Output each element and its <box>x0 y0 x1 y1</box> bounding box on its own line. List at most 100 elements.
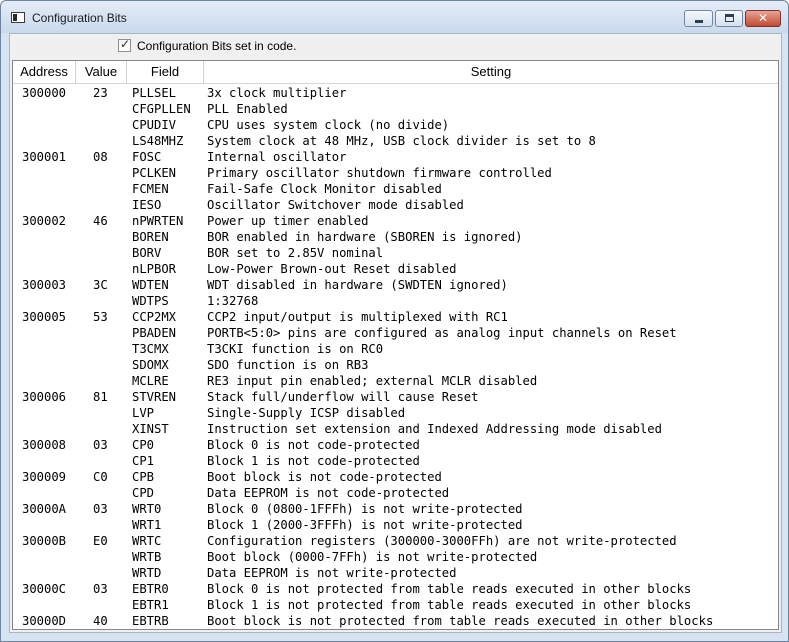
setting-cell: CPU uses system clock (no divide) <box>207 118 450 132</box>
field-cell: STVREN <box>132 390 177 404</box>
table-row[interactable]: T3CMX T3CKI function is on RC0 <box>13 341 778 357</box>
table-row[interactable]: LVP Single-Supply ICSP disabled <box>13 405 778 421</box>
close-button[interactable]: ✕ <box>745 10 781 27</box>
table-row[interactable]: CFGPLLEN PLL Enabled <box>13 101 778 117</box>
setting-cell: Block 0 is not code-protected <box>207 438 420 452</box>
address-cell: 300002 <box>22 214 67 228</box>
field-cell: BOREN <box>132 230 169 244</box>
minimize-button[interactable] <box>684 10 713 27</box>
setting-cell: Stack full/underflow will cause Reset <box>207 390 479 404</box>
table-row[interactable]: MCLRE RE3 input pin enabled; external MCL… <box>13 373 778 389</box>
field-cell: WDTEN <box>132 278 169 292</box>
column-header-field[interactable]: Field <box>127 61 204 83</box>
value-cell: 08 <box>93 150 108 164</box>
column-header-setting[interactable]: Setting <box>204 61 778 83</box>
window-title: Configuration Bits <box>32 11 127 25</box>
address-cell: 300001 <box>22 150 67 164</box>
setting-cell: Configuration registers (300000-3000FFh)… <box>207 534 677 548</box>
table-row[interactable]: 300001 08 FOSC Internal oscillator <box>13 149 778 165</box>
setting-cell: 3x clock multiplier <box>207 86 347 100</box>
field-cell: CCP2MX <box>132 310 177 324</box>
table-row[interactable]: WRTB Boot block (0000-7FFh) is not write-… <box>13 549 778 565</box>
table-row[interactable]: 300009 C0 CPB Boot block is not code-protec… <box>13 469 778 485</box>
column-header-value[interactable]: Value <box>76 61 127 83</box>
maximize-icon <box>725 14 734 22</box>
table-row[interactable]: 300003 3C WDTEN WDT disabled in hardware (S… <box>13 277 778 293</box>
address-cell: 300005 <box>22 310 67 324</box>
configuration-bits-window: Configuration Bits ✕ ✓ Configuration Bit… <box>0 0 789 642</box>
setting-cell: BOR enabled in hardware (SBOREN is ignor… <box>207 230 523 244</box>
checkbox-label[interactable]: Configuration Bits set in code. <box>137 39 296 53</box>
table-row[interactable]: FCMEN Fail-Safe Clock Monitor disabled <box>13 181 778 197</box>
table-row[interactable]: 300005 53 CCP2MX CCP2 input/output is multi… <box>13 309 778 325</box>
address-cell: 300006 <box>22 390 67 404</box>
title-bar[interactable]: Configuration Bits ✕ <box>1 1 788 33</box>
table-body: 300000 23 PLLSEL 3x clock multiplier CFGPLLE… <box>13 85 778 629</box>
table-row[interactable]: EBTR1 Block 1 is not protected from table… <box>13 597 778 613</box>
field-cell: MCLRE <box>132 374 169 388</box>
address-cell: 300003 <box>22 278 67 292</box>
field-cell: CPD <box>132 486 155 500</box>
field-cell: PCLKEN <box>132 166 177 180</box>
field-cell: EBTR0 <box>132 582 169 596</box>
table-row[interactable]: BOREN BOR enabled in hardware (SBOREN is … <box>13 229 778 245</box>
setting-cell: Fail-Safe Clock Monitor disabled <box>207 182 442 196</box>
value-cell: 53 <box>93 310 108 324</box>
value-cell: C0 <box>93 470 108 484</box>
field-cell: EBTRB <box>132 614 169 628</box>
table-row[interactable]: SDOMX SDO function is on RB3 <box>13 357 778 373</box>
setting-cell: Block 0 is not protected from table read… <box>207 582 692 596</box>
table-row[interactable]: 300006 81 STVREN Stack full/underflow will … <box>13 389 778 405</box>
address-cell: 30000C <box>22 582 67 596</box>
setting-cell: Boot block is not protected from table r… <box>207 614 714 628</box>
table-row[interactable]: IESO Oscillator Switchover mode disabled <box>13 197 778 213</box>
address-cell: 300009 <box>22 470 67 484</box>
value-cell: 03 <box>93 502 108 516</box>
table-row[interactable]: 300002 46 nPWRTEN Power up timer enabled <box>13 213 778 229</box>
table-row[interactable]: WDTPS 1:32768 <box>13 293 778 309</box>
table-row[interactable]: CPUDIV CPU uses system clock (no divide) <box>13 117 778 133</box>
table-row[interactable]: 30000A 03 WRT0 Block 0 (0800-1FFFh) is not … <box>13 501 778 517</box>
setting-cell: Low-Power Brown-out Reset disabled <box>207 262 457 276</box>
field-cell: T3CMX <box>132 342 169 356</box>
table-row[interactable]: XINST Instruction set extension and Index… <box>13 421 778 437</box>
setting-cell: T3CKI function is on RC0 <box>207 342 384 356</box>
setting-cell: 1:32768 <box>207 294 259 308</box>
table-row[interactable]: CP1 Block 1 is not code-protected <box>13 453 778 469</box>
column-header-address[interactable]: Address <box>13 61 76 83</box>
table-row[interactable]: LS48MHZ System clock at 48 MHz, USB clock… <box>13 133 778 149</box>
table-row[interactable]: PBADEN PORTB<5:0> pins are configured as … <box>13 325 778 341</box>
table-row[interactable]: nLPBOR Low-Power Brown-out Reset disabled <box>13 261 778 277</box>
setting-cell: Boot block is not code-protected <box>207 470 442 484</box>
table-row[interactable]: PCLKEN Primary oscillator shutdown firmwa… <box>13 165 778 181</box>
setting-cell: PLL Enabled <box>207 102 288 116</box>
checkmark-icon: ✓ <box>120 37 131 51</box>
setting-cell: Single-Supply ICSP disabled <box>207 406 406 420</box>
table-row[interactable]: 30000B E0 WRTC Configuration registers (300… <box>13 533 778 549</box>
table-row[interactable]: 30000D 40 EBTRB Boot block is not protected… <box>13 613 778 629</box>
field-cell: CPB <box>132 470 155 484</box>
table-row[interactable]: CPD Data EEPROM is not code-protected <box>13 485 778 501</box>
field-cell: CP0 <box>132 438 155 452</box>
setting-cell: RE3 input pin enabled; external MCLR dis… <box>207 374 538 388</box>
table-row[interactable]: BORV BOR set to 2.85V nominal <box>13 245 778 261</box>
setting-cell: Data EEPROM is not write-protected <box>207 566 457 580</box>
config-bits-set-in-code-checkbox[interactable]: ✓ <box>118 37 131 52</box>
table-row[interactable]: 300000 23 PLLSEL 3x clock multiplier <box>13 85 778 101</box>
table-row[interactable]: 300008 03 CP0 Block 0 is not code-protected <box>13 437 778 453</box>
field-cell: CPUDIV <box>132 118 177 132</box>
table-row[interactable]: 30000C 03 EBTR0 Block 0 is not protected fr… <box>13 581 778 597</box>
field-cell: SDOMX <box>132 358 169 372</box>
value-cell: 40 <box>93 614 108 628</box>
table-header: Address Value Field Setting <box>13 61 778 84</box>
maximize-button[interactable] <box>715 10 743 27</box>
field-cell: WRTC <box>132 534 162 548</box>
setting-cell: Boot block (0000-7FFh) is not write-prot… <box>207 550 538 564</box>
address-cell: 300000 <box>22 86 67 100</box>
table-row[interactable]: WRT1 Block 1 (2000-3FFFh) is not write-pr… <box>13 517 778 533</box>
table-row[interactable]: WRTD Data EEPROM is not write-protected <box>13 565 778 581</box>
config-bits-table: Address Value Field Setting 300000 23 PLLS… <box>12 60 779 630</box>
minimize-icon <box>695 20 703 23</box>
setting-cell: Instruction set extension and Indexed Ad… <box>207 422 662 436</box>
value-cell: 03 <box>93 438 108 452</box>
